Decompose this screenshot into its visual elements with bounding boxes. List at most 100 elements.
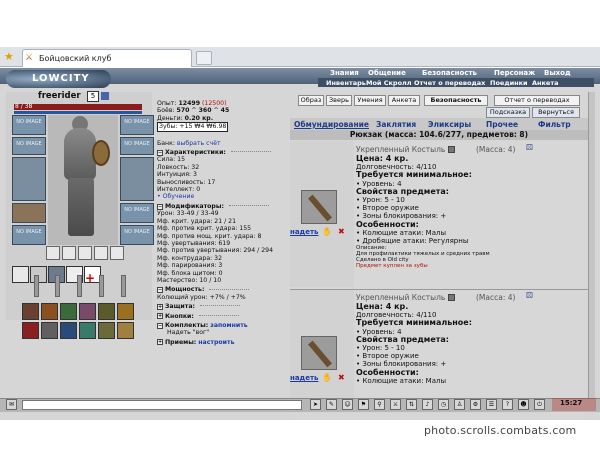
clear-icon[interactable]: ✎ [326,399,337,410]
spell-slot-7[interactable] [22,322,39,339]
buttons-header[interactable]: + Кнопки: [157,313,287,320]
set-item[interactable]: Надеть "вог" [157,329,287,336]
browser-tab[interactable]: Бойцовский клуб [22,49,192,67]
bank-link[interactable]: выбрать счёт [177,140,221,147]
sets-header[interactable]: − Комплекты: запомнить [157,322,287,329]
info-icon[interactable] [448,294,455,301]
item-name[interactable]: Укрепленный Костыль [356,293,445,302]
tab-filter[interactable]: Фильтр [538,120,571,129]
hand-icon[interactable]: ✋ [322,373,332,382]
fight-icon[interactable]: ⚔ [390,399,401,410]
people-icon[interactable]: ☻ [518,399,529,410]
menu-fights[interactable]: Поединки [490,79,528,87]
delete-icon[interactable]: ✖ [338,373,345,382]
list-icon[interactable]: ☰ [486,399,497,410]
spell-slot-10[interactable] [79,322,96,339]
transfer-report-button[interactable]: Отчет о переводах [494,95,580,106]
menu-profile[interactable]: Анкета [532,79,559,87]
menu-knowledge[interactable]: Знания [330,69,359,77]
ring-slot-4[interactable] [94,246,108,260]
delete-icon[interactable]: ✖ [338,227,345,236]
security-button[interactable]: Безопасность [424,95,488,106]
techniques-header[interactable]: + Приемы: настроить [157,339,287,346]
move-icon[interactable]: ⇅ [406,399,417,410]
pet-button[interactable]: Зверь [326,95,352,106]
settings-icon[interactable]: ⚙ [470,399,481,410]
expand-icon[interactable]: + [157,303,163,310]
spell-slot-11[interactable] [98,322,115,339]
remember-set-link[interactable]: запомнить [210,322,247,329]
walk-icon[interactable]: ⚲ [374,399,385,410]
spell-slot-6[interactable] [117,303,134,320]
star-icon[interactable]: ★ [4,50,14,63]
spell-slot-3[interactable] [60,303,77,320]
slot-boots[interactable]: NO IMAGE [120,225,154,245]
return-button[interactable]: Вернуться [532,107,580,118]
send-icon[interactable]: ➤ [310,399,321,410]
training-link[interactable]: • Обучение [157,193,287,200]
menu-inventory[interactable]: Инвентарь [326,79,366,87]
exit-icon[interactable]: ⏻ [534,399,545,410]
characteristics-header[interactable]: − Характеристики: [157,149,287,156]
wear-button[interactable]: надеть [290,374,318,382]
ring-slot-2[interactable] [62,246,76,260]
profile-button[interactable]: Анкета [388,95,420,106]
ring-slot-3[interactable] [78,246,92,260]
power-header[interactable]: − Мощность: [157,286,287,293]
menu-my-scroll[interactable]: Мой Скролл [366,79,412,87]
expand-icon[interactable]: + [157,313,163,320]
new-tab-button[interactable] [196,51,212,65]
tab-other[interactable]: Прочее [486,120,518,129]
spell-slot-4[interactable] [79,303,96,320]
modifiers-header[interactable]: − Модификаторы: [157,203,287,210]
menu-transfer-report[interactable]: Отчет о переводах [414,79,485,87]
chat-icon[interactable]: ✉ [6,399,17,410]
menu-communication[interactable]: Общение [368,69,406,77]
slot-belt[interactable]: NO IMAGE [12,225,46,245]
hint-button[interactable]: Подсказка [486,107,530,118]
spell-slot-5[interactable] [98,303,115,320]
spell-slot-9[interactable] [60,322,77,339]
collapse-icon[interactable]: − [157,149,163,156]
time-icon[interactable]: ◷ [438,399,449,410]
slot-helmet[interactable]: NO IMAGE [12,115,46,135]
slot-armor[interactable] [12,203,46,223]
hand-icon[interactable]: ✋ [322,227,332,236]
collapse-icon[interactable]: − [157,203,163,210]
mask-icon[interactable] [12,266,29,283]
chat-input[interactable] [22,400,302,410]
spell-slot-8[interactable] [41,322,58,339]
wear-button[interactable]: надеть [290,228,318,236]
tab-elixirs[interactable]: Эликсиры [428,120,471,129]
smiles-icon[interactable]: ☺ [342,399,353,410]
sound-icon[interactable]: ♪ [422,399,433,410]
menu-character[interactable]: Персонаж [494,69,535,77]
menu-exit[interactable]: Выход [544,69,571,77]
spell-slot-2[interactable] [41,303,58,320]
ring-slot-1[interactable] [46,246,60,260]
collapse-icon[interactable]: − [157,322,163,329]
expand-icon[interactable]: + [157,339,163,346]
skills-button[interactable]: Умения [354,95,386,106]
slot-gloves[interactable]: NO IMAGE [120,203,154,223]
info-icon[interactable] [101,92,109,100]
tab-spells[interactable]: Заклятия [376,120,416,129]
slot-weapon-left[interactable] [12,157,46,201]
tab-equipment[interactable]: Обмундирование [294,120,369,129]
ring-slot-5[interactable] [110,246,124,260]
help-icon[interactable]: ? [502,399,513,410]
slot-amulet[interactable]: NO IMAGE [12,137,46,155]
image-button[interactable]: Образ [298,95,324,106]
slot-weapon-right[interactable] [120,157,154,201]
spell-slot-1[interactable] [22,303,39,320]
menu-security[interactable]: Безопасность [422,69,477,77]
spell-slot-12[interactable] [117,322,134,339]
person-icon[interactable]: ♙ [454,399,465,410]
filter-icon[interactable]: ⚑ [358,399,369,410]
configure-techniques-link[interactable]: настроить [198,339,234,346]
vertical-scrollbar[interactable] [588,92,595,412]
collapse-icon[interactable]: − [157,287,163,294]
slot-earrings[interactable]: NO IMAGE [120,115,154,135]
armor-header[interactable]: + Защита: [157,303,287,310]
info-icon[interactable] [448,146,455,153]
